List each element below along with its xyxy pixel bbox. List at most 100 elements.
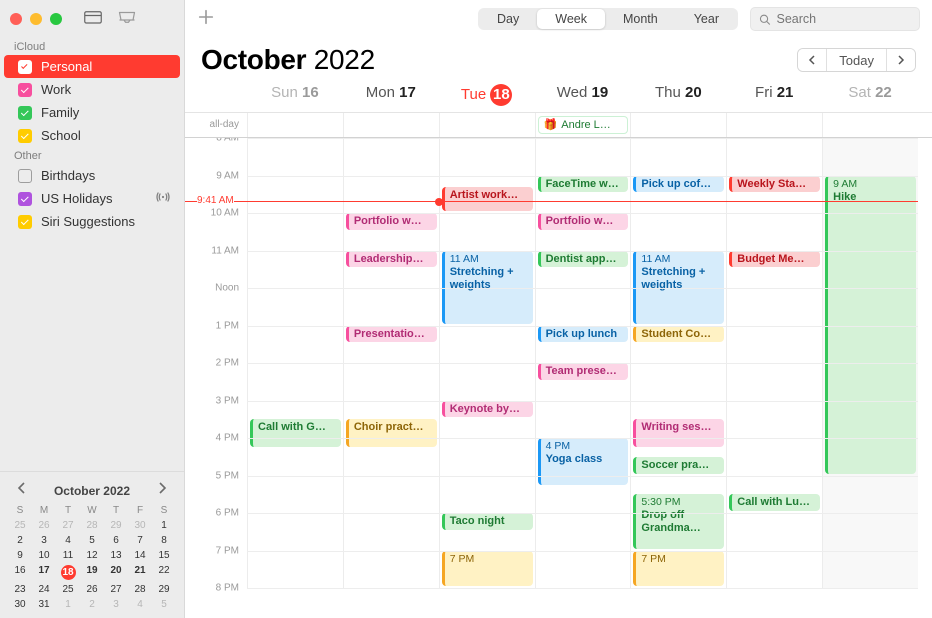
event[interactable]: Artist work…: [442, 187, 533, 211]
mini-day[interactable]: 29: [152, 582, 176, 597]
minimize-button[interactable]: [30, 13, 42, 25]
calendar-item-birthdays[interactable]: Birthdays: [4, 164, 180, 187]
allday-cell[interactable]: 🎁Andre L…: [535, 113, 631, 137]
close-button[interactable]: [10, 13, 22, 25]
day-header[interactable]: Thu 20: [630, 80, 726, 112]
calendar-checkbox[interactable]: [18, 83, 32, 97]
mini-day[interactable]: 19: [80, 563, 104, 582]
mini-day[interactable]: 17: [32, 563, 56, 582]
mini-day[interactable]: 1: [56, 597, 80, 612]
maximize-button[interactable]: [50, 13, 62, 25]
search-input[interactable]: [777, 12, 912, 26]
event[interactable]: Leadership…: [346, 251, 437, 268]
today-button[interactable]: Today: [826, 49, 887, 71]
mini-day[interactable]: 18: [56, 563, 80, 582]
event[interactable]: Pick up lunch: [538, 326, 629, 343]
allday-event[interactable]: 🎁Andre L…: [538, 116, 629, 134]
day-header[interactable]: Tue 18: [439, 80, 535, 112]
mini-day[interactable]: 9: [8, 548, 32, 563]
calendar-item-work[interactable]: Work: [4, 78, 180, 101]
event[interactable]: Weekly Sta…: [729, 176, 820, 193]
mini-day[interactable]: 23: [8, 582, 32, 597]
mini-day[interactable]: 10: [32, 548, 56, 563]
allday-cell[interactable]: [630, 113, 726, 137]
mini-day[interactable]: 29: [104, 518, 128, 533]
mini-day[interactable]: 26: [32, 518, 56, 533]
mini-day[interactable]: 3: [104, 597, 128, 612]
event[interactable]: Keynote by…: [442, 401, 533, 418]
day-header[interactable]: Fri 21: [726, 80, 822, 112]
calendar-checkbox[interactable]: [18, 60, 32, 74]
mini-day[interactable]: 31: [32, 597, 56, 612]
mini-next-button[interactable]: [154, 480, 170, 501]
day-header[interactable]: Sat 22: [822, 80, 918, 112]
event[interactable]: Pick up cof…: [633, 176, 724, 193]
allday-cell[interactable]: [822, 113, 918, 137]
prev-week-button[interactable]: [798, 49, 826, 71]
mini-day[interactable]: 4: [56, 533, 80, 548]
mini-day[interactable]: 24: [32, 582, 56, 597]
mini-day[interactable]: 7: [128, 533, 152, 548]
view-day[interactable]: Day: [479, 9, 537, 29]
mini-day[interactable]: 6: [104, 533, 128, 548]
event[interactable]: 11 AMStretching + weights: [633, 251, 724, 324]
event[interactable]: 11 AMStretching + weights: [442, 251, 533, 324]
event[interactable]: Portfolio w…: [538, 213, 629, 230]
allday-cell[interactable]: [343, 113, 439, 137]
event[interactable]: Portfolio w…: [346, 213, 437, 230]
add-event-button[interactable]: [197, 8, 219, 31]
event[interactable]: Writing ses…: [633, 419, 724, 447]
day-header[interactable]: Sun 16: [247, 80, 343, 112]
next-week-button[interactable]: [887, 49, 915, 71]
view-week[interactable]: Week: [537, 9, 605, 29]
event[interactable]: Call with G…: [250, 419, 341, 447]
mini-day[interactable]: 14: [128, 548, 152, 563]
mini-day[interactable]: 27: [104, 582, 128, 597]
allday-cell[interactable]: [726, 113, 822, 137]
mini-day[interactable]: 25: [56, 582, 80, 597]
event[interactable]: Dentist app…: [538, 251, 629, 268]
calendar-item-siri-suggestions[interactable]: Siri Suggestions: [4, 210, 180, 233]
mini-day[interactable]: 13: [104, 548, 128, 563]
mini-day[interactable]: 8: [152, 533, 176, 548]
calendar-item-personal[interactable]: Personal: [4, 55, 180, 78]
inbox-icon[interactable]: [118, 9, 136, 30]
event[interactable]: Team prese…: [538, 363, 629, 380]
mini-day[interactable]: 26: [80, 582, 104, 597]
search-field[interactable]: [750, 7, 920, 31]
mini-day[interactable]: 12: [80, 548, 104, 563]
mini-day[interactable]: 30: [8, 597, 32, 612]
calendar-checkbox[interactable]: [18, 129, 32, 143]
calendar-checkbox[interactable]: [18, 106, 32, 120]
event[interactable]: Call with Lu…: [729, 494, 820, 511]
mini-day[interactable]: 30: [128, 518, 152, 533]
view-month[interactable]: Month: [605, 9, 676, 29]
mini-day[interactable]: 11: [56, 548, 80, 563]
mini-day[interactable]: 22: [152, 563, 176, 582]
allday-cell[interactable]: [439, 113, 535, 137]
calendar-item-family[interactable]: Family: [4, 101, 180, 124]
calendar-item-school[interactable]: School: [4, 124, 180, 147]
mini-day[interactable]: 16: [8, 563, 32, 582]
mini-day[interactable]: 20: [104, 563, 128, 582]
calendar-checkbox[interactable]: [18, 169, 32, 183]
mini-day[interactable]: 15: [152, 548, 176, 563]
event[interactable]: Budget Me…: [729, 251, 820, 268]
event[interactable]: 9 AMHike: [825, 176, 916, 474]
event[interactable]: Choir pract…: [346, 419, 437, 447]
mini-day[interactable]: 25: [8, 518, 32, 533]
mini-day[interactable]: 5: [152, 597, 176, 612]
week-scroll-area[interactable]: 8 AM9 AM10 AM11 AMNoon1 PM2 PM3 PM4 PM5 …: [185, 138, 932, 618]
mini-day[interactable]: 2: [80, 597, 104, 612]
event[interactable]: Student Co…: [633, 326, 724, 343]
calendar-checkbox[interactable]: [18, 215, 32, 229]
calendar-item-us-holidays[interactable]: US Holidays: [4, 187, 180, 210]
event[interactable]: 7 PM: [633, 551, 724, 587]
allday-cell[interactable]: [247, 113, 343, 137]
calendar-icon[interactable]: [84, 9, 102, 30]
mini-day[interactable]: 28: [128, 582, 152, 597]
event[interactable]: Presentatio…: [346, 326, 437, 343]
mini-day[interactable]: 3: [32, 533, 56, 548]
calendar-checkbox[interactable]: [18, 192, 32, 206]
event[interactable]: 4 PMYoga class: [538, 438, 629, 485]
